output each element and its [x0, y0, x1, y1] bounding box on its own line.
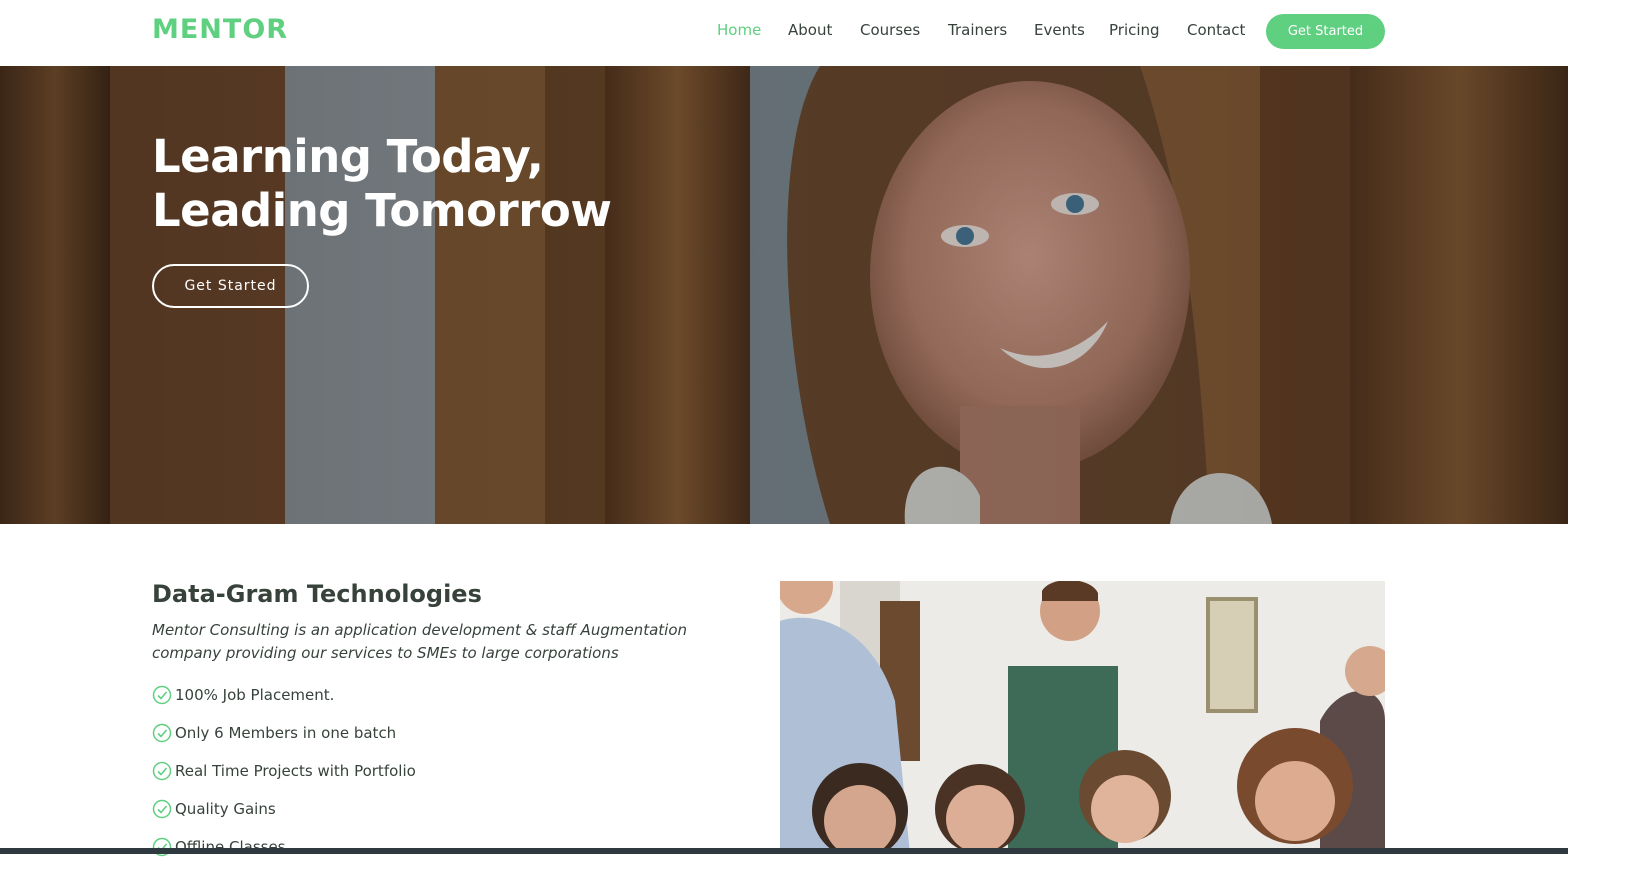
- nav-about[interactable]: About: [788, 21, 832, 43]
- feature-item: Only 6 Members in one batch: [152, 721, 396, 745]
- check-circle-icon: [152, 799, 172, 819]
- feature-item: Offline Classes: [152, 835, 286, 859]
- logo[interactable]: MENTOR: [152, 14, 288, 45]
- feature-label: Real Time Projects with Portfolio: [175, 762, 416, 780]
- feature-item: 100% Job Placement.: [152, 683, 334, 707]
- feature-item: Quality Gains: [152, 797, 276, 821]
- nav-courses[interactable]: Courses: [860, 21, 920, 43]
- site-header: MENTOR Home About Courses Trainers Event…: [0, 0, 1568, 66]
- about-title: Data-Gram Technologies: [152, 580, 482, 608]
- hero-title: Learning Today, Leading Tomorrow: [152, 130, 752, 238]
- feature-label: Quality Gains: [175, 800, 276, 818]
- feature-label: 100% Job Placement.: [175, 686, 335, 704]
- about-description: Mentor Consulting is an application deve…: [152, 621, 687, 662]
- check-circle-icon: [152, 837, 172, 857]
- check-circle-icon: [152, 685, 172, 705]
- feature-item: Real Time Projects with Portfolio: [152, 759, 416, 783]
- hero-title-line-1: Learning Today,: [152, 130, 544, 183]
- hero-title-line-2: Leading Tomorrow: [152, 184, 612, 237]
- hero-section: Learning Today, Leading Tomorrow Get Sta…: [0, 66, 1568, 524]
- check-circle-icon: [152, 723, 172, 743]
- feature-label: Only 6 Members in one batch: [175, 724, 397, 742]
- nav-trainers[interactable]: Trainers: [948, 21, 1007, 43]
- hero-get-started-button[interactable]: Get Started: [152, 264, 309, 308]
- team-photo: [780, 581, 1385, 854]
- nav-contact[interactable]: Contact: [1187, 21, 1245, 43]
- nav-home[interactable]: Home: [717, 21, 761, 43]
- bottom-edge-bar: [0, 848, 1568, 854]
- nav-events[interactable]: Events: [1034, 21, 1085, 43]
- header-get-started-button[interactable]: Get Started: [1266, 14, 1385, 49]
- nav-pricing[interactable]: Pricing: [1109, 21, 1160, 43]
- check-circle-icon: [152, 761, 172, 781]
